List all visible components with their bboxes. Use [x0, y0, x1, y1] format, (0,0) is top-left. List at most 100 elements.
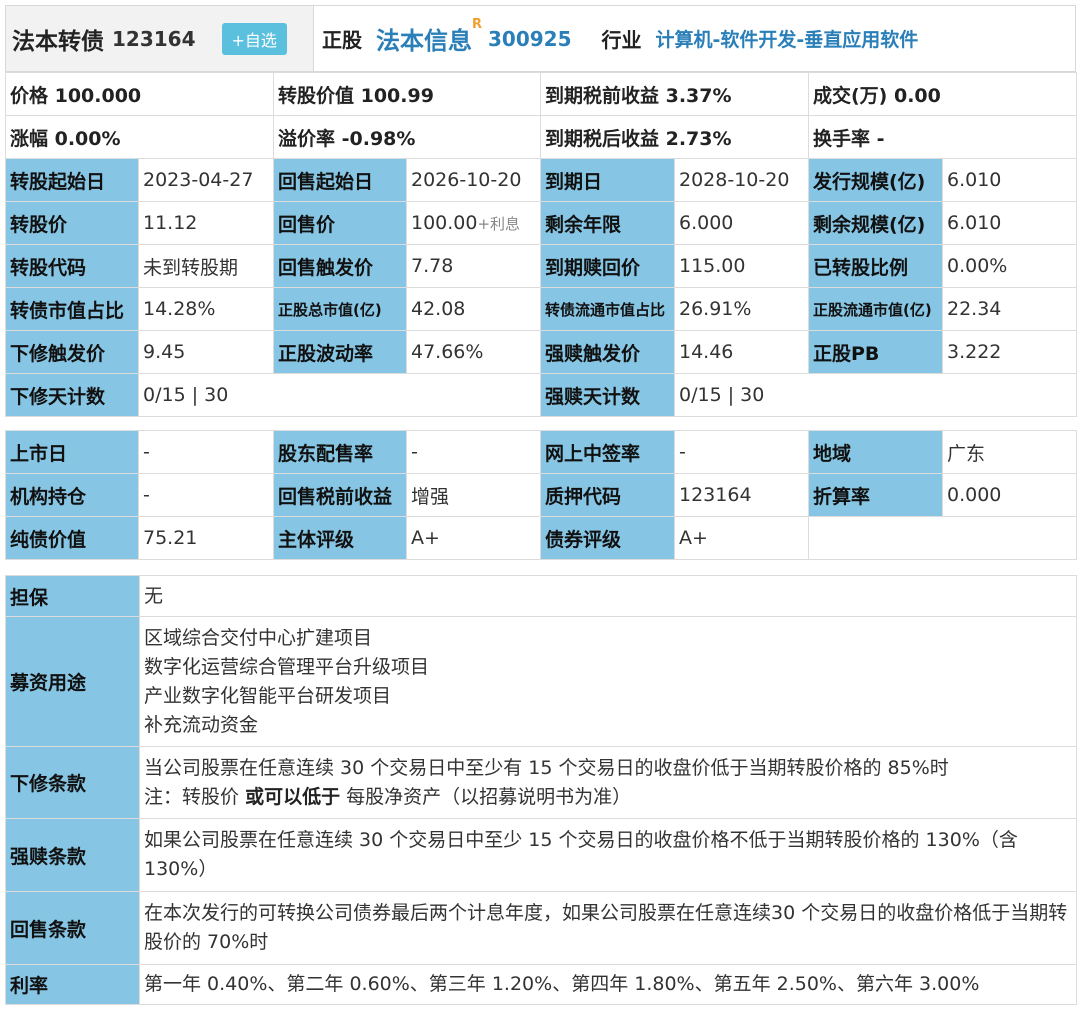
field-value: - — [674, 430, 809, 474]
field-value: 0/15 | 30 — [674, 373, 1077, 417]
add-watchlist-button[interactable]: +自选 — [221, 22, 287, 55]
ytm-pretax-cell: 到期税前收益 3.37% — [540, 72, 809, 116]
field-value: 22.34 — [942, 287, 1077, 331]
field-value: - — [138, 473, 274, 517]
field-value: 2023-04-27 — [138, 158, 274, 202]
revise-note-emphasis: 或可以低于 — [245, 785, 341, 808]
field-label: 剩余规模(亿) — [808, 201, 943, 245]
stock-name-link[interactable]: 法本信息R — [376, 17, 482, 56]
field-value: 0.00% — [942, 244, 1077, 288]
conv-code-status: 未到转股期 — [138, 244, 274, 288]
field-label: 纯债价值 — [5, 516, 139, 560]
putback-price-suffix: +利息 — [477, 215, 521, 233]
ytm-posttax-cell: 到期税后收益 2.73% — [540, 115, 809, 159]
bond-extra-table: 上市日 - 股东配售率 - 网上中签率 - 地域 广东 机构持仓 - 回售税前收… — [5, 430, 1077, 560]
revise-note-suffix: 每股净资产（以招募说明书为准） — [346, 785, 632, 808]
volume-cell: 成交(万) 0.00 — [808, 72, 1077, 116]
detail-row: 转债市值占比 14.28% 正股总市值(亿) 42.08 转债流通市值占比 26… — [5, 287, 1077, 331]
field-label: 转股代码 — [5, 244, 139, 288]
summary-row-2: 涨幅 0.00% 溢价率 -0.98% 到期税后收益 2.73% 换手率 - — [5, 115, 1077, 159]
field-value: A+ — [674, 516, 809, 560]
field-value: 6.010 — [942, 158, 1077, 202]
revise-clause-line: 当公司股票在任意连续 30 个交易日中至少有 15 个交易日的收盘价低于当期转股… — [144, 756, 949, 779]
field-value: 2028-10-20 — [674, 158, 809, 202]
field-value: 123164 — [674, 473, 809, 517]
terms-row: 强赎条款 如果公司股票在任意连续 30 个交易日中至少 15 个交易日的收盘价格… — [5, 818, 1077, 892]
field-value: 75.21 — [138, 516, 274, 560]
field-value: 14.46 — [674, 330, 809, 374]
field-label: 回售触发价 — [273, 244, 407, 288]
stock-info-block: 正股 法本信息R 300925 行业 计算机-软件开发-垂直应用软件 — [314, 6, 918, 71]
bond-code: 123164 — [112, 26, 196, 51]
stock-label: 正股 — [322, 28, 362, 52]
putback-price-value: 100.00 — [411, 212, 478, 234]
field-value: 26.91% — [674, 287, 809, 331]
field-label: 股东配售率 — [273, 430, 407, 474]
bond-name: 法本转债 — [12, 28, 104, 55]
field-label: 回售税前收益 — [273, 473, 407, 517]
field-label: 网上中签率 — [540, 430, 675, 474]
field-value: 6.000 — [674, 201, 809, 245]
putback-clause-label: 回售条款 — [5, 891, 140, 965]
fund-use-item: 产业数字化智能平台研发项目 — [144, 684, 392, 707]
fund-use-item: 区域综合交付中心扩建项目 — [144, 626, 373, 649]
industry-link[interactable]: 计算机-软件开发-垂直应用软件 — [656, 25, 919, 52]
field-label: 转股起始日 — [5, 158, 139, 202]
field-label: 下修触发价 — [5, 330, 139, 374]
field-value: 3.222 — [942, 330, 1077, 374]
field-label: 回售起始日 — [273, 158, 407, 202]
guarantee-label: 担保 — [5, 575, 140, 617]
field-label: 主体评级 — [273, 516, 407, 560]
field-value: 广东 — [942, 430, 1077, 474]
guarantee-value: 无 — [139, 575, 1077, 617]
field-label: 到期日 — [540, 158, 675, 202]
terms-row: 募资用途 区域综合交付中心扩建项目 数字化运营综合管理平台升级项目 产业数字化智… — [5, 616, 1077, 747]
field-label: 转债流通市值占比 — [540, 287, 675, 331]
stock-name-text: 法本信息 — [376, 27, 472, 55]
field-label: 下修天计数 — [5, 373, 139, 417]
revise-clause-label: 下修条款 — [5, 746, 140, 819]
fund-use-list: 区域综合交付中心扩建项目 数字化运营综合管理平台升级项目 产业数字化智能平台研发… — [139, 616, 1077, 747]
terms-row: 回售条款 在本次发行的可转换公司债券最后两个计息年度，如果公司股票在任意连续30… — [5, 891, 1077, 965]
bond-terms-table: 担保 无 募资用途 区域综合交付中心扩建项目 数字化运营综合管理平台升级项目 产… — [5, 575, 1077, 1005]
summary-row-1: 价格 100.000 转股价值 100.99 到期税前收益 3.37% 成交(万… — [5, 72, 1077, 116]
price-cell: 价格 100.000 — [5, 72, 274, 116]
fund-use-item: 补充流动资金 — [144, 713, 259, 736]
detail-row: 转股代码 未到转股期 回售触发价 7.78 到期赎回价 115.00 已转股比例… — [5, 244, 1077, 288]
bond-detail-table: 价格 100.000 转股价值 100.99 到期税前收益 3.37% 成交(万… — [5, 72, 1077, 417]
detail-row: 上市日 - 股东配售率 - 网上中签率 - 地域 广东 — [5, 430, 1077, 474]
field-value: 0/15 | 30 — [138, 373, 541, 417]
stock-code-link[interactable]: 300925 — [488, 27, 572, 51]
premium-cell: 溢价率 -0.98% — [273, 115, 541, 159]
field-label: 强赎天计数 — [540, 373, 675, 417]
interest-rate-label: 利率 — [5, 964, 140, 1005]
field-value: 2026-10-20 — [406, 158, 541, 202]
field-value: A+ — [406, 516, 541, 560]
detail-row: 机构持仓 - 回售税前收益 增强 质押代码 123164 折算率 0.000 — [5, 473, 1077, 517]
field-label: 正股PB — [808, 330, 943, 374]
putback-clause-text: 在本次发行的可转换公司债券最后两个计息年度，如果公司股票在任意连续30 个交易日… — [139, 891, 1077, 965]
detail-row: 纯债价值 75.21 主体评级 A+ 债券评级 A+ — [5, 516, 1077, 560]
putback-yield-link[interactable]: 增强 — [406, 473, 541, 517]
field-value: 42.08 — [406, 287, 541, 331]
field-label: 正股流通市值(亿) — [808, 287, 943, 331]
bond-header: 法本转债 123164 +自选 正股 法本信息R 300925 行业 计算机-软… — [5, 5, 1076, 72]
fund-use-label: 募资用途 — [5, 616, 140, 747]
field-value: 7.78 — [406, 244, 541, 288]
field-label: 地域 — [808, 430, 943, 474]
field-label: 上市日 — [5, 430, 139, 474]
detail-row: 下修天计数 0/15 | 30 强赎天计数 0/15 | 30 — [5, 373, 1077, 417]
field-label: 折算率 — [808, 473, 943, 517]
field-label: 债券评级 — [540, 516, 675, 560]
terms-row: 下修条款 当公司股票在任意连续 30 个交易日中至少有 15 个交易日的收盘价低… — [5, 746, 1077, 819]
redeem-clause-label: 强赎条款 — [5, 818, 140, 892]
detail-row: 转股价 11.12 回售价 100.00+利息 剩余年限 6.000 剩余规模(… — [5, 201, 1077, 245]
field-label: 正股波动率 — [273, 330, 407, 374]
field-label: 转债市值占比 — [5, 287, 139, 331]
terms-row: 利率 第一年 0.40%、第二年 0.60%、第三年 1.20%、第四年 1.8… — [5, 964, 1077, 1005]
terms-row: 担保 无 — [5, 575, 1077, 617]
field-value: - — [138, 430, 274, 474]
stock-rzrq-mark: R — [472, 17, 483, 32]
field-value: 11.12 — [138, 201, 274, 245]
field-value: 0.000 — [942, 473, 1077, 517]
